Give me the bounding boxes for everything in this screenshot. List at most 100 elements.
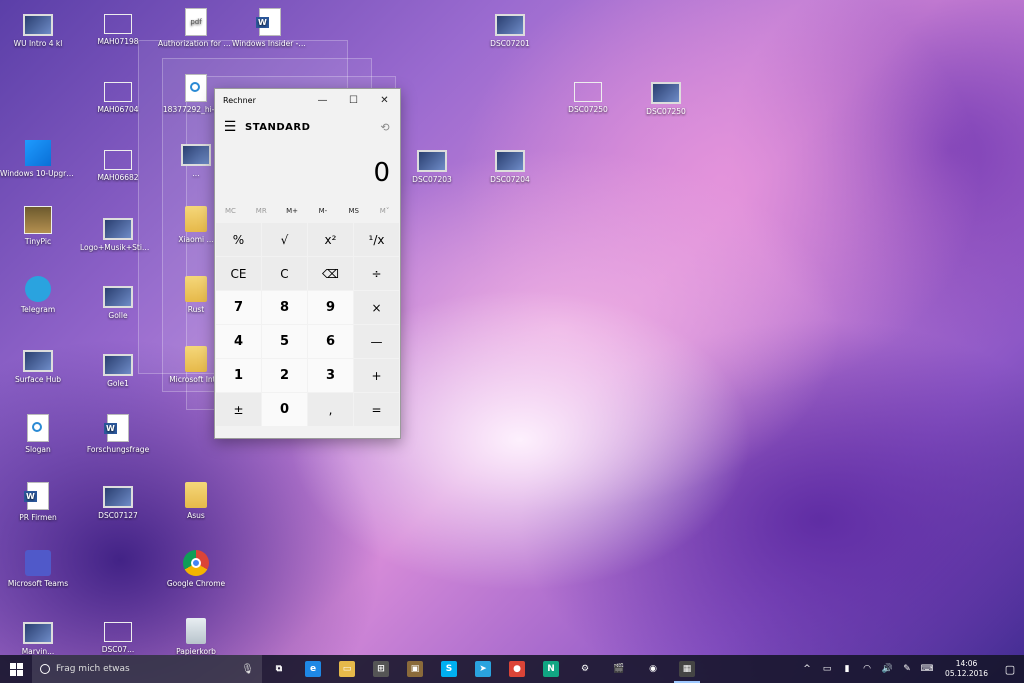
clear-key[interactable]: C	[262, 257, 307, 290]
desktop-icon[interactable]: MAH06682	[80, 146, 156, 183]
tray-icon[interactable]: ⌨	[917, 664, 937, 674]
memory-mr-button[interactable]: MR	[246, 207, 277, 215]
backspace-key[interactable]: ⌫	[308, 257, 353, 290]
decimal-key[interactable]: ,	[308, 393, 353, 426]
divide-key[interactable]: ÷	[354, 257, 399, 290]
digit-3-key[interactable]: 3	[308, 359, 353, 392]
taskbar-camera-button[interactable]: ◉	[636, 655, 670, 683]
taskbar-store-button[interactable]: ⊞	[364, 655, 398, 683]
sqrt-key[interactable]: √	[262, 223, 307, 256]
tray-icon[interactable]: ◠	[857, 664, 877, 674]
taskbar-task-view-button[interactable]: ⧉	[262, 655, 296, 683]
memory-m-button[interactable]: M+	[277, 207, 308, 215]
desktop-icon[interactable]: Windows 10-Upgrade-Assist...	[0, 140, 76, 179]
subtract-key[interactable]: —	[354, 325, 399, 358]
percent-key[interactable]: %	[216, 223, 261, 256]
tray-icon[interactable]: 🔊	[877, 664, 897, 674]
desktop-icon[interactable]: Logo+Musik+Stim...	[80, 214, 156, 253]
desktop-icon[interactable]: Windows Insider - Diagramm	[232, 8, 308, 49]
desktop-icon[interactable]: Forschungsfrage	[80, 414, 156, 455]
taskbar-n-app-button[interactable]: N	[534, 655, 568, 683]
add-key[interactable]: +	[354, 359, 399, 392]
desktop-icon[interactable]: Microsoft Teams	[0, 550, 76, 589]
tray-icon[interactable]: ✎	[897, 664, 917, 674]
tray-icon[interactable]: ^	[797, 664, 817, 674]
desktop-icon[interactable]: Surface Hub	[0, 346, 76, 385]
search-box[interactable]: Frag mich etwas 🎙	[32, 655, 262, 683]
desktop-icon[interactable]: pdf Authorization for Usage of our A...	[158, 8, 234, 49]
desktop-icon[interactable]: Google Chrome	[158, 550, 234, 589]
screen-icon	[103, 486, 133, 508]
memory-ms-button[interactable]: MS	[338, 207, 369, 215]
calculator-header: ☰ STANDARD ⟲	[215, 111, 400, 143]
desktop-icon[interactable]: WU Intro 4 kl	[0, 10, 76, 49]
start-button[interactable]	[0, 655, 32, 683]
digit-0-key[interactable]: 0	[262, 393, 307, 426]
tray-icon[interactable]: ▭	[817, 664, 837, 674]
desktop-icon[interactable]: TinyPic	[0, 206, 76, 247]
maximize-button[interactable]: ☐	[338, 89, 369, 111]
square-key[interactable]: x²	[308, 223, 353, 256]
taskbar-skype-button[interactable]: S	[432, 655, 466, 683]
desktop-icon[interactable]: MAH07198	[80, 10, 156, 47]
desktop-icon[interactable]: DSC07203	[394, 146, 470, 185]
taskbar-file-explorer-button[interactable]: ▭	[330, 655, 364, 683]
screen-icon	[103, 354, 133, 376]
digit-6-key[interactable]: 6	[308, 325, 353, 358]
reciprocal-key[interactable]: ¹/x	[354, 223, 399, 256]
clock-time: 14:06	[955, 659, 978, 668]
calculator-window[interactable]: Rechner — ☐ ✕ ☰ STANDARD ⟲ 0 MC MR M+ M- MS M…	[214, 88, 401, 439]
desktop-icon[interactable]: DSC07...	[80, 618, 156, 655]
menu-icon[interactable]: ☰	[215, 119, 245, 135]
close-button[interactable]: ✕	[369, 89, 400, 111]
desktop-icon[interactable]: Papierkorb	[158, 618, 234, 657]
digit-8-key[interactable]: 8	[262, 291, 307, 324]
desktop-icon[interactable]: PR Firmen	[0, 482, 76, 523]
desktop-icon[interactable]: Telegram	[0, 276, 76, 315]
desktop-icon[interactable]: DSC07127	[80, 482, 156, 521]
notification-center-icon[interactable]: ▢	[996, 663, 1024, 676]
desktop-icon[interactable]: Marvin...	[0, 618, 76, 657]
tray-icon[interactable]: ▮	[837, 664, 857, 674]
digit-5-key[interactable]: 5	[262, 325, 307, 358]
desktop-icon[interactable]: DSC07250	[550, 78, 626, 115]
taskbar-calculator-button[interactable]: ▦	[670, 655, 704, 683]
digit-2-key[interactable]: 2	[262, 359, 307, 392]
digit-1-key[interactable]: 1	[216, 359, 261, 392]
desktop-icon[interactable]: Slogan	[0, 414, 76, 455]
chrome-icon: ●	[509, 661, 525, 677]
taskbar-chrome-button[interactable]: ●	[500, 655, 534, 683]
desktop-icon[interactable]: Asus	[158, 482, 234, 521]
desktop-icon[interactable]: Gole1	[80, 350, 156, 389]
digit-9-key[interactable]: 9	[308, 291, 353, 324]
multiply-key[interactable]: ×	[354, 291, 399, 324]
taskbar-photo-app-button[interactable]: ▣	[398, 655, 432, 683]
calculator-titlebar[interactable]: Rechner — ☐ ✕	[215, 89, 400, 111]
memory-mc-button[interactable]: MC	[215, 207, 246, 215]
taskbar-telegram-button[interactable]: ➤	[466, 655, 500, 683]
digit-7-key[interactable]: 7	[216, 291, 261, 324]
history-icon[interactable]: ⟲	[370, 121, 400, 134]
taskbar-settings-button[interactable]: ⚙	[568, 655, 602, 683]
desktop-icon[interactable]: DSC07204	[472, 146, 548, 185]
clock[interactable]: 14:06 05.12.2016	[937, 659, 996, 679]
equals-key[interactable]: =	[354, 393, 399, 426]
screen-icon	[103, 218, 133, 240]
screen-icon	[495, 150, 525, 172]
screen-icon	[495, 14, 525, 36]
memory-m-button[interactable]: M˅	[369, 207, 400, 215]
negate-key[interactable]: ±	[216, 393, 261, 426]
clear-entry-key[interactable]: CE	[216, 257, 261, 290]
screen-icon	[181, 144, 211, 166]
desktop-icon[interactable]: Golle	[80, 282, 156, 321]
memory-m-button[interactable]: M-	[307, 207, 338, 215]
desktop-icon[interactable]: DSC07250	[628, 78, 704, 117]
taskbar-edge-button[interactable]: e	[296, 655, 330, 683]
digit-4-key[interactable]: 4	[216, 325, 261, 358]
microphone-icon[interactable]: 🎙	[241, 664, 254, 675]
desktop-icon[interactable]: DSC07201	[472, 10, 548, 49]
taskbar-movies-button[interactable]: 🎬	[602, 655, 636, 683]
minimize-button[interactable]: —	[307, 89, 338, 111]
mona-icon	[24, 206, 52, 234]
desktop-icon[interactable]: MAH06704	[80, 78, 156, 115]
